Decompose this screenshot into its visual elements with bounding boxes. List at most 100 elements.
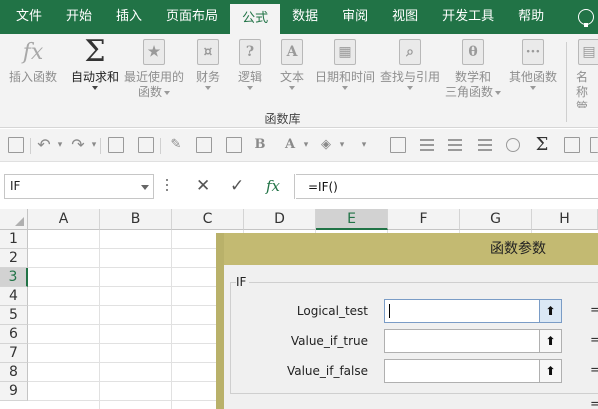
column-header-h[interactable]: H xyxy=(532,209,598,230)
select-all-button[interactable] xyxy=(0,209,28,230)
logical-test-input[interactable]: ⬆ xyxy=(384,299,562,323)
column-header-f[interactable]: F xyxy=(388,209,460,230)
lookup-book-icon: ⌕ xyxy=(397,38,423,66)
row-header-5[interactable]: 5 xyxy=(0,306,28,325)
save-icon[interactable] xyxy=(8,137,24,153)
column-header-g[interactable]: G xyxy=(460,209,532,230)
value-if-false-input[interactable]: ⬆ xyxy=(384,359,562,383)
result-equals: = xyxy=(590,397,598,409)
bold-icon[interactable]: B xyxy=(252,137,268,153)
fill-color-dropdown-icon[interactable]: ▾ xyxy=(334,137,350,153)
financial-label: 财务 xyxy=(195,70,220,84)
logical-button[interactable]: ? 逻辑 xyxy=(232,38,268,108)
border-dropdown-icon[interactable]: ▾ xyxy=(356,137,372,153)
tell-me-icon[interactable] xyxy=(578,9,594,27)
value-if-true-label: Value_if_true xyxy=(290,334,368,348)
tab-formulas[interactable]: 公式 xyxy=(230,4,281,34)
undo-dropdown-icon[interactable]: ▾ xyxy=(52,137,68,153)
column-header-b[interactable]: B xyxy=(100,209,172,230)
recently-used-button[interactable]: ★ 最近使用的 函数 xyxy=(122,38,186,108)
insert-function-button[interactable]: fx 插入函数 xyxy=(6,38,60,108)
shape-icon[interactable] xyxy=(506,138,520,152)
tab-review[interactable]: 审阅 xyxy=(330,0,380,34)
more-commands-icon[interactable] xyxy=(590,137,598,153)
row-header-7[interactable]: 7 xyxy=(0,344,28,363)
text-book-icon: A xyxy=(279,38,305,66)
quick-access-toolbar: ↶ ▾ ↷ ▾ ✎ B A ▾ ◈ ▾ ▾ Σ xyxy=(0,129,598,162)
column-header-e[interactable]: E xyxy=(316,209,388,230)
tab-help[interactable]: 帮助 xyxy=(506,0,556,34)
print-icon[interactable] xyxy=(226,137,242,153)
column-header-d[interactable]: D xyxy=(244,209,316,230)
chevron-down-icon xyxy=(342,86,348,90)
text-button[interactable]: A 文本 xyxy=(274,38,310,108)
formula-bar-buttons: ✕ ✓ fx xyxy=(180,174,295,199)
chevron-down-icon[interactable] xyxy=(141,185,149,190)
resize-handle-icon[interactable] xyxy=(166,179,169,193)
paste-icon[interactable] xyxy=(138,137,154,153)
name-manager-button[interactable]: ▤ 名称 管理 xyxy=(572,38,598,108)
autosum-icon[interactable]: Σ xyxy=(534,136,550,154)
column-header-c[interactable]: C xyxy=(172,209,244,230)
logical-label: 逻辑 xyxy=(237,70,262,84)
dialog-title[interactable]: 函数参数 xyxy=(224,233,598,265)
row-header-4[interactable]: 4 xyxy=(0,287,28,306)
copy-icon[interactable] xyxy=(108,137,124,153)
function-arguments-dialog: 函数参数 IF Logical_test ⬆ = Value_if_true ⬆… xyxy=(216,233,598,409)
collapse-dialog-icon[interactable]: ⬆ xyxy=(539,330,561,352)
tab-page-layout[interactable]: 页面布局 xyxy=(154,0,230,34)
recently-used-label-2: 函数 xyxy=(137,85,162,99)
math-trig-button[interactable]: θ 数学和 三角函数 xyxy=(444,38,502,108)
financial-button[interactable]: ¤ 财务 xyxy=(190,38,226,108)
collapse-dialog-icon[interactable]: ⬆ xyxy=(539,360,561,382)
toolbar-separator xyxy=(30,138,31,154)
math-book-icon: θ xyxy=(460,38,486,66)
star-book-icon: ★ xyxy=(141,38,167,66)
autosum-button[interactable]: Σ 自动求和 xyxy=(68,37,122,108)
undo-icon[interactable]: ↶ xyxy=(36,137,52,153)
math-trig-label-1: 数学和 xyxy=(454,70,491,84)
row-header-9[interactable]: 9 xyxy=(0,382,28,401)
tab-developer[interactable]: 开发工具 xyxy=(430,0,506,34)
align-left-icon[interactable] xyxy=(420,139,434,151)
tab-view[interactable]: 视图 xyxy=(380,0,430,34)
dialog-body: IF Logical_test ⬆ = Value_if_true ⬆ = Va… xyxy=(224,265,598,409)
date-time-button[interactable]: ▦ 日期和时间 xyxy=(314,38,376,108)
formula-input[interactable]: =IF() xyxy=(296,174,598,199)
cancel-icon[interactable]: ✕ xyxy=(196,176,210,196)
table-icon[interactable] xyxy=(564,137,580,153)
row-header-6[interactable]: 6 xyxy=(0,325,28,344)
insert-function-icon[interactable]: fx xyxy=(266,177,280,195)
row-header-2[interactable]: 2 xyxy=(0,249,28,268)
tab-home[interactable]: 开始 xyxy=(54,0,104,34)
tab-file[interactable]: 文件 xyxy=(0,0,54,34)
fill-color-icon[interactable]: ◈ xyxy=(318,137,334,153)
align-right-icon[interactable] xyxy=(478,139,492,151)
row-header-8[interactable]: 8 xyxy=(0,363,28,382)
value-if-true-input[interactable]: ⬆ xyxy=(384,329,562,353)
more-functions-label: 其他函数 xyxy=(508,70,557,84)
row-header-3[interactable]: 3 xyxy=(0,268,28,287)
enter-icon[interactable]: ✓ xyxy=(230,176,244,196)
font-color-dropdown-icon[interactable]: ▾ xyxy=(298,137,314,153)
print-preview-icon[interactable] xyxy=(196,137,212,153)
toolbar-separator xyxy=(160,138,161,154)
align-center-icon[interactable] xyxy=(448,139,462,151)
name-box[interactable]: IF xyxy=(4,174,154,199)
tab-data[interactable]: 数据 xyxy=(280,0,330,34)
ribbon-separator xyxy=(566,42,567,122)
redo-icon[interactable]: ↷ xyxy=(70,137,86,153)
column-header-a[interactable]: A xyxy=(28,209,100,230)
tab-insert[interactable]: 插入 xyxy=(104,0,154,34)
row-header-1[interactable]: 1 xyxy=(0,230,28,249)
lookup-reference-button[interactable]: ⌕ 查找与引用 xyxy=(378,38,442,108)
collapse-dialog-icon[interactable]: ⬆ xyxy=(539,300,561,322)
date-time-label: 日期和时间 xyxy=(314,70,375,84)
font-color-icon[interactable]: A xyxy=(282,137,298,153)
more-functions-button[interactable]: ··· 其他函数 xyxy=(504,38,562,108)
chevron-down-icon xyxy=(530,86,536,90)
calendar-book-icon: ▦ xyxy=(332,38,358,66)
lookup-reference-label: 查找与引用 xyxy=(379,70,440,84)
borders-icon[interactable] xyxy=(390,137,406,153)
format-painter-icon[interactable]: ✎ xyxy=(168,137,184,153)
